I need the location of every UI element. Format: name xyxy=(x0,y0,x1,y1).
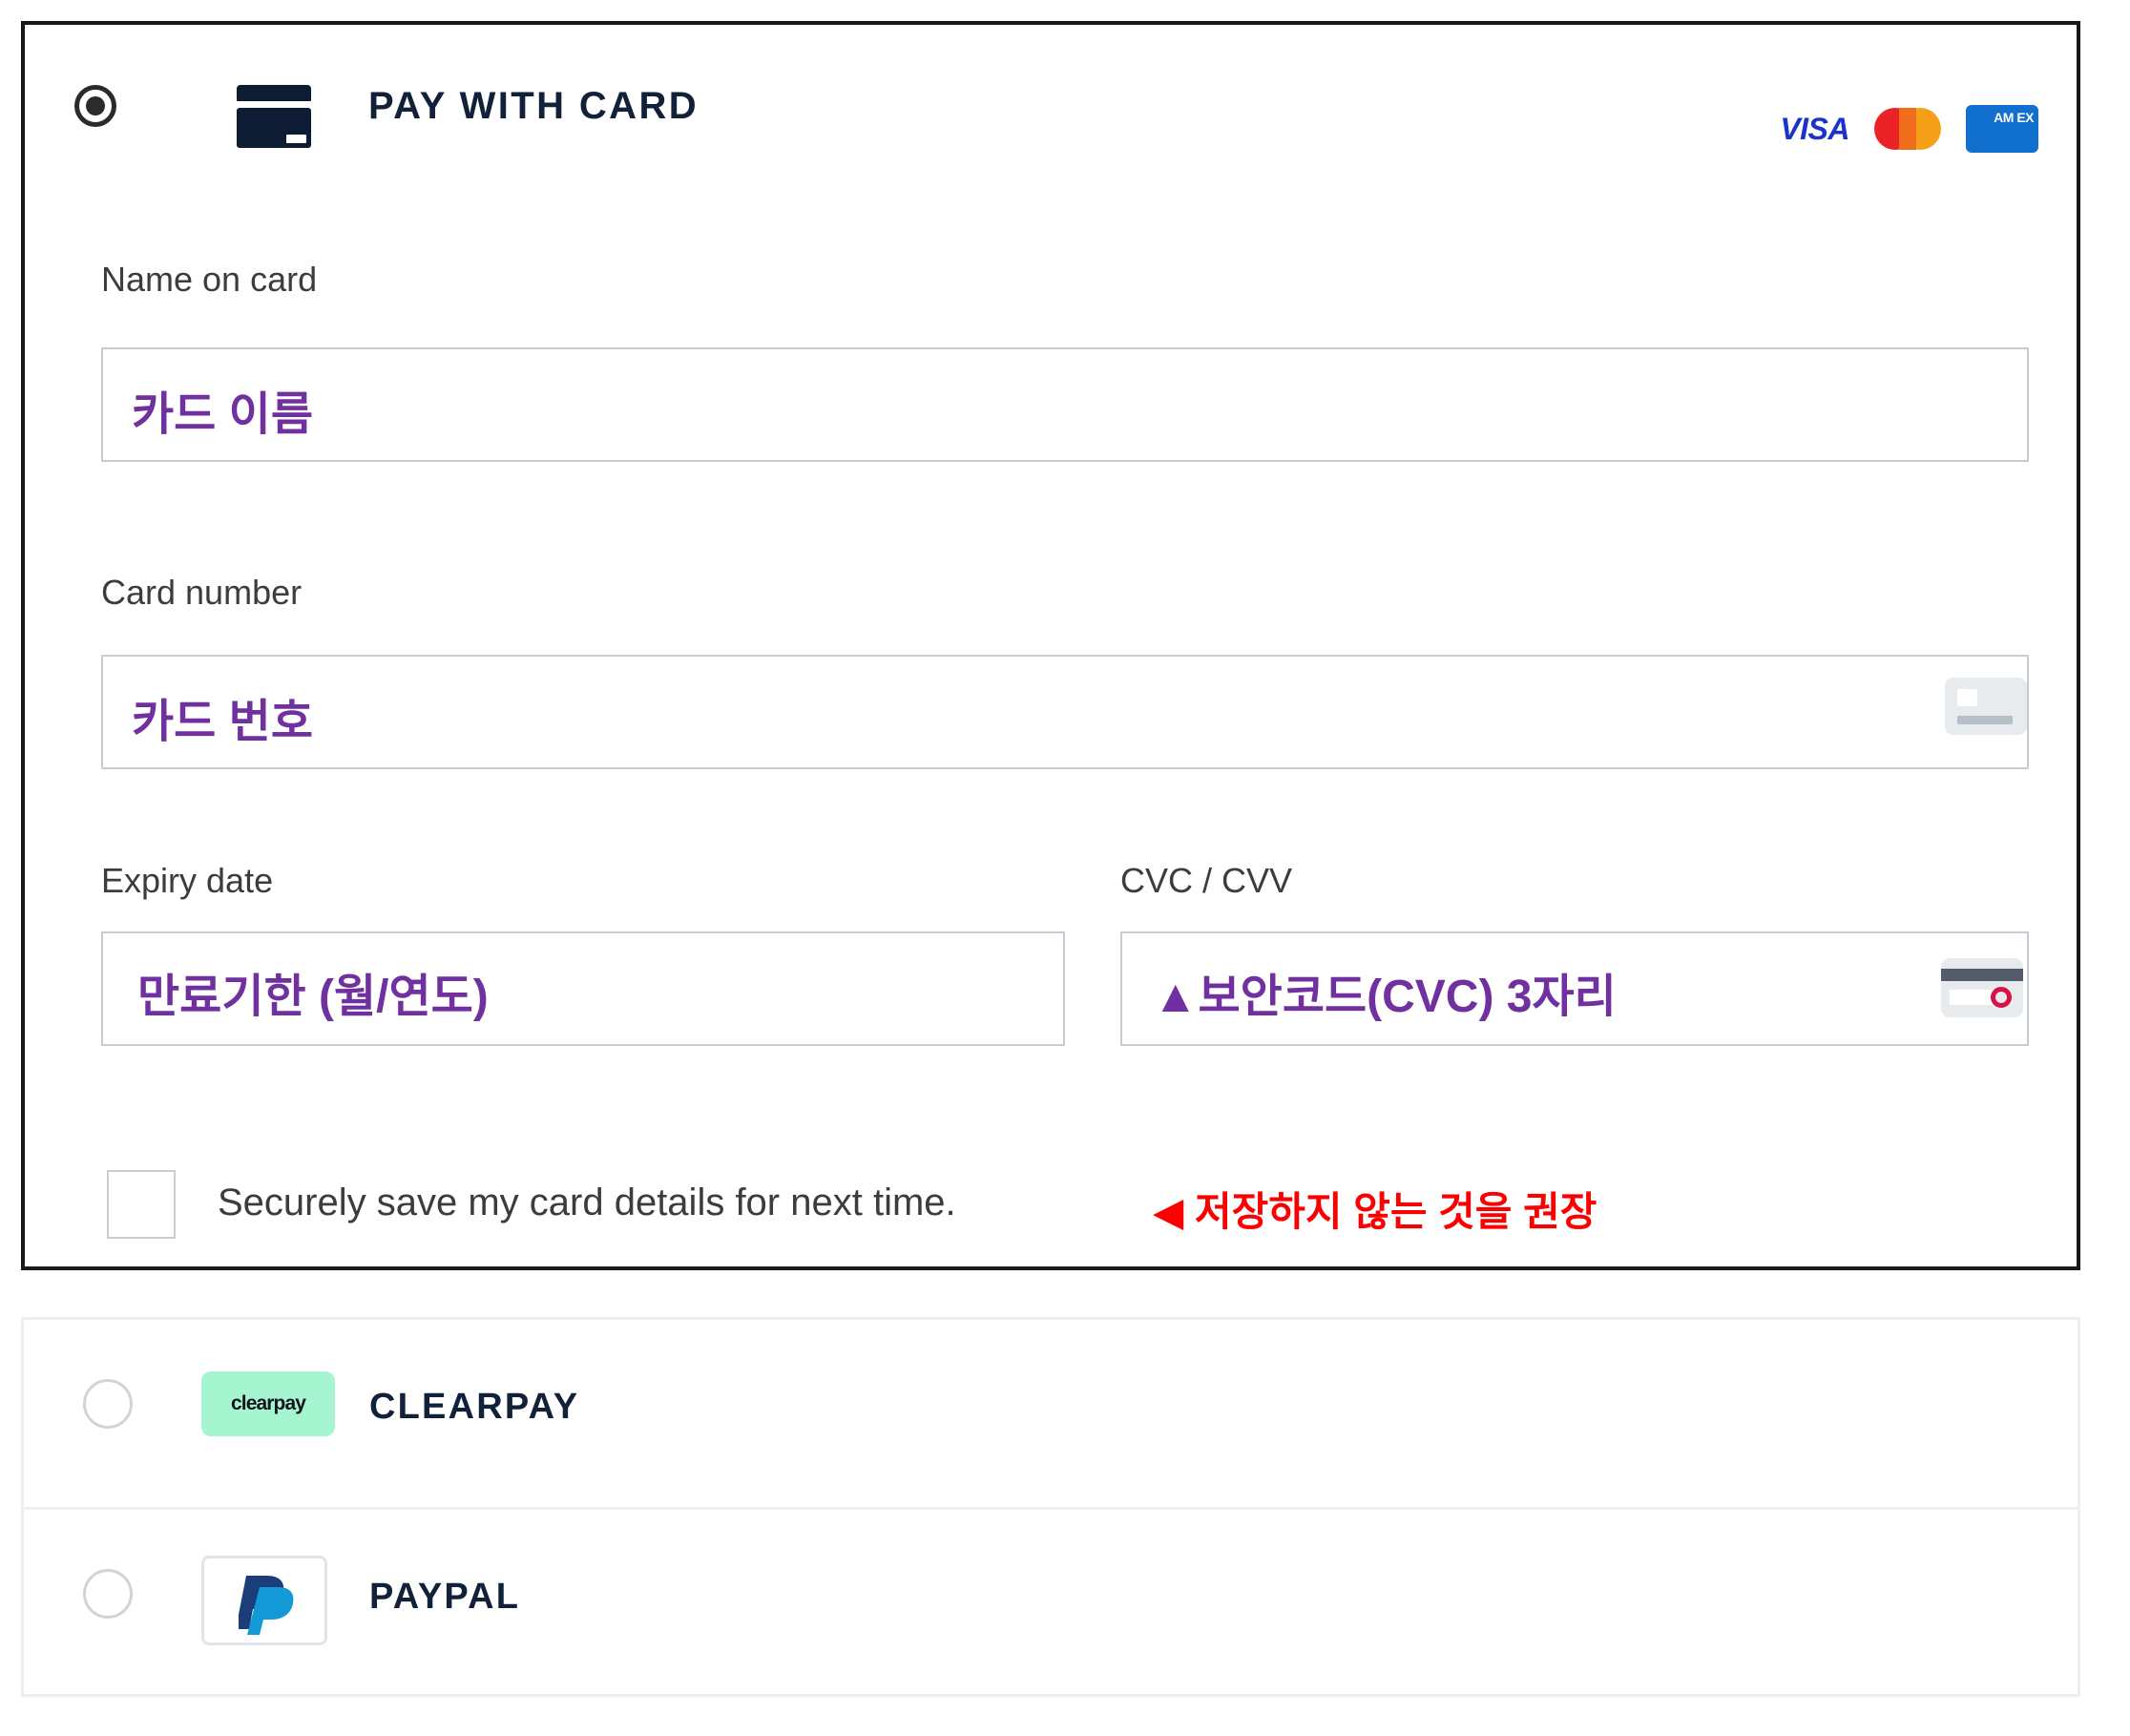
save-card-checkbox[interactable] xyxy=(107,1170,176,1239)
payment-option-paypal[interactable]: PAYPAL xyxy=(24,1507,2078,1695)
credit-card-icon xyxy=(237,85,311,148)
cvc-value: ▲보안코드(CVC) 3자리 xyxy=(1153,972,1617,1022)
card-front-icon xyxy=(1945,678,2027,735)
pay-with-card-title: PAY WITH CARD xyxy=(368,85,700,127)
card-panel-header[interactable]: PAY WITH CARD VISA AM EX xyxy=(25,25,2077,153)
expiry-date-label: Expiry date xyxy=(101,861,274,900)
name-on-card-label: Name on card xyxy=(101,260,318,299)
card-brand-logos: VISA AM EX xyxy=(1780,105,2038,153)
paypal-logo-glyph xyxy=(239,1576,294,1635)
payment-option-clearpay[interactable]: clearpay CLEARPAY xyxy=(24,1320,2078,1505)
clearpay-icon: clearpay xyxy=(201,1371,335,1436)
pay-with-card-panel: PAY WITH CARD VISA AM EX Name on card 카드… xyxy=(21,21,2080,1270)
save-card-label: Securely save my card details for next t… xyxy=(218,1182,956,1224)
expiry-date-value: 만료기한 (월/연도) xyxy=(137,972,489,1022)
amex-icon: AM EX xyxy=(1966,105,2038,153)
visa-icon: VISA xyxy=(1780,112,1849,146)
mastercard-icon xyxy=(1874,108,1941,150)
card-number-input[interactable] xyxy=(101,655,2029,769)
alternative-payments-panel: clearpay CLEARPAY PAYPAL xyxy=(21,1317,2080,1697)
clearpay-radio[interactable] xyxy=(83,1379,133,1429)
name-on-card-value: 카드 이름 xyxy=(132,389,313,440)
pay-with-card-radio[interactable] xyxy=(74,85,116,127)
card-number-label: Card number xyxy=(101,573,303,612)
name-on-card-input[interactable] xyxy=(101,347,2029,462)
paypal-radio[interactable] xyxy=(83,1569,133,1619)
paypal-icon xyxy=(201,1556,327,1645)
clearpay-label: CLEARPAY xyxy=(369,1387,580,1427)
amex-label: AM EX xyxy=(1994,110,2034,125)
card-number-value: 카드 번호 xyxy=(132,697,313,747)
cvc-label: CVC / CVV xyxy=(1120,861,1293,900)
card-back-icon xyxy=(1941,958,2023,1017)
paypal-label: PAYPAL xyxy=(369,1577,521,1617)
clearpay-badge-text: clearpay xyxy=(230,1392,306,1414)
do-not-save-annotation: ◀ 저장하지 않는 것을 권장 xyxy=(1153,1189,1598,1234)
